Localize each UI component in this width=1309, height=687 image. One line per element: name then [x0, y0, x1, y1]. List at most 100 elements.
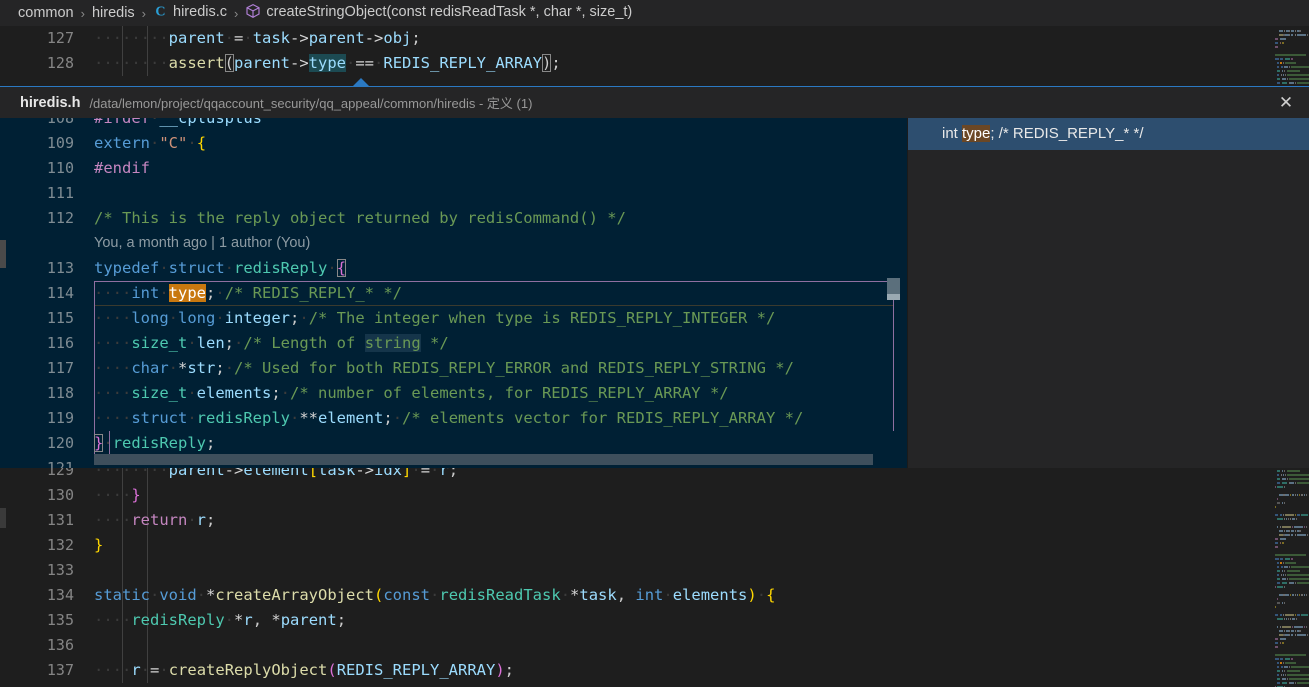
code-token: (	[374, 586, 384, 604]
code-token: ·	[224, 259, 235, 277]
code-token: {	[196, 134, 207, 152]
result-suffix: ; /* REDIS_REPLY_* */	[990, 125, 1144, 142]
minimap-line-segment	[1294, 634, 1296, 636]
line-number: 116	[46, 334, 74, 352]
minimap-line-segment	[1277, 498, 1279, 500]
code-token: ····	[94, 284, 132, 302]
minimap-line-segment	[1297, 582, 1309, 584]
minimap-line-segment	[1291, 594, 1294, 596]
minimap-line-segment	[1288, 666, 1290, 668]
line-number: 131	[46, 511, 74, 529]
code-line[interactable]: 130 ····}	[0, 483, 1309, 508]
peek-vertical-scrollbar-thumb[interactable]	[887, 278, 900, 294]
minimap-line-segment	[1279, 526, 1281, 528]
breadcrumb-item-1[interactable]: common	[18, 5, 74, 21]
peek-code-line[interactable]: 109 extern·"C"·{	[0, 131, 908, 156]
code-text: }·redisReply;	[94, 431, 215, 456]
breadcrumb-item-2[interactable]: hiredis	[92, 5, 135, 21]
code-line[interactable]: 135 ····redisReply·*r, *parent;	[0, 608, 1309, 633]
code-line[interactable]: 133	[0, 558, 1309, 583]
peek-definition-view[interactable]: hiredis.h /data/lemon/project/qqaccount_…	[0, 78, 1309, 468]
peek-code-line[interactable]: 116 ····size_t·len;·/* Length of string *…	[0, 331, 908, 356]
minimap-line-segment	[1275, 646, 1279, 648]
minimap-line-segment	[1299, 530, 1301, 532]
peek-code-line[interactable]: 111	[0, 181, 908, 206]
code-token: redisReply	[131, 611, 225, 629]
code-lines-above-peek[interactable]: 127 ········parent·=·task->parent->obj; 12…	[0, 26, 1309, 76]
minimap-line-segment	[1286, 630, 1289, 632]
code-line[interactable]: 137 ····r·=·createReplyObject(REDIS_REPLY…	[0, 658, 1309, 683]
peek-horizontal-scrollbar-thumb[interactable]	[94, 454, 873, 465]
peek-vertical-scrollbar-marker[interactable]	[887, 294, 900, 300]
code-line[interactable]: 128 ········assert(parent->type·==·REDIS_…	[0, 51, 1309, 76]
code-token: ····	[94, 309, 132, 327]
peek-code-line[interactable]: 114 ····int·type;·/* REDIS_REPLY_* */	[0, 281, 908, 306]
code-line[interactable]: 134 static·void·*createArrayObject(const·…	[0, 583, 1309, 608]
minimap-line-segment	[1286, 570, 1294, 572]
code-token: }	[94, 434, 104, 452]
minimap-line-segment	[1294, 526, 1304, 528]
peek-inline-editor[interactable]: 108 #ifdef·__cplusplus 109 extern·"C"·{110 #…	[0, 118, 908, 468]
minimap-line-segment	[1287, 574, 1309, 576]
code-token: ·	[290, 409, 300, 427]
minimap-line-segment	[1280, 666, 1283, 668]
peek-code-line[interactable]: 115 ····long·long·integer;·/* The integer…	[0, 306, 908, 331]
minimap-line-segment	[1298, 494, 1301, 496]
code-token: struct	[131, 409, 188, 427]
peek-results-list[interactable]: int type; /* REDIS_REPLY_* */	[908, 118, 1309, 468]
line-number: 119	[46, 409, 74, 427]
minimap-line-segment	[1294, 82, 1297, 84]
minimap-line-segment	[1277, 70, 1281, 72]
code-line[interactable]: 136	[0, 633, 1309, 658]
minimap-line-segment	[1294, 34, 1296, 36]
minimap-line-segment	[1285, 62, 1296, 64]
peek-result-item[interactable]: int type; /* REDIS_REPLY_* */	[908, 118, 1309, 150]
peek-code-line[interactable]: 108 #ifdef·__cplusplus	[0, 118, 908, 131]
overview-scrollbar-thumb[interactable]	[0, 240, 6, 268]
indent-guide	[122, 533, 123, 558]
minimap-line-segment	[1286, 78, 1289, 80]
code-line[interactable]: 131 ····return·r;	[0, 508, 1309, 533]
code-line[interactable]: 127 ········parent·=·task->parent->obj;	[0, 26, 1309, 51]
minimap-line-segment	[1285, 562, 1296, 564]
code-token: ->	[290, 54, 309, 72]
code-text: typedef·struct·redisReply·{	[94, 256, 347, 281]
breadcrumb-item-4[interactable]: createStringObject(const redisReadTask *…	[245, 3, 632, 23]
close-icon[interactable]: ✕	[1273, 87, 1299, 118]
peek-code-line[interactable]: 118 ····size_t·elements;·/* number of ele…	[0, 381, 908, 406]
peek-code-line[interactable]: 120}·redisReply;	[0, 431, 908, 456]
peek-code-line[interactable]: 112 /* This is the reply object returned …	[0, 206, 908, 231]
code-token: ;	[206, 284, 216, 302]
minimap-line-segment	[1275, 586, 1277, 588]
code-line[interactable]: 132}	[0, 533, 1309, 558]
peek-code-line[interactable]: 110 #endif	[0, 156, 908, 181]
peek-code-line[interactable]: 113 typedef·struct·redisReply·{	[0, 256, 908, 281]
overview-scrollbar-thumb-secondary[interactable]	[0, 508, 6, 528]
minimap-line-segment	[1291, 30, 1295, 32]
code-text: #endif	[94, 156, 150, 181]
code-text: ····size_t·elements;·/* number of elemen…	[94, 381, 729, 406]
breadcrumb[interactable]: common › hiredis › Chiredis.c › createStringOb…	[0, 0, 1309, 26]
minimap-line-segment	[1284, 58, 1291, 60]
peek-code-container[interactable]: 108 #ifdef·__cplusplus 109 extern·"C"·{110 #…	[0, 118, 908, 468]
minimap-line-segment	[1285, 594, 1290, 596]
breadcrumb-item-3[interactable]: Chiredis.c	[153, 3, 227, 23]
code-text: ········assert(parent->type·==·REDIS_REP…	[94, 51, 561, 76]
code-token: long	[178, 309, 216, 327]
code-lines-below-peek[interactable]: 129 ········parent->element[task->idx]·=·…	[0, 458, 1309, 683]
peek-code-line[interactable]: 117 ····char·*str;·/* Used for both REDIS…	[0, 356, 908, 381]
minimap-line-segment	[1300, 514, 1308, 516]
minimap-line-segment	[1286, 578, 1289, 580]
code-token: __cplusplus	[159, 118, 262, 127]
code-text: ····long·long·integer;·/* The integer wh…	[94, 306, 775, 331]
minimap-line-segment	[1295, 618, 1297, 620]
minimap-line-segment	[1291, 530, 1295, 532]
minimap-line-segment	[1279, 530, 1283, 532]
code-token: int	[131, 284, 160, 302]
minimap-line-segment	[1282, 642, 1284, 644]
code-token: const	[383, 586, 431, 604]
minimap-line-segment	[1275, 542, 1279, 544]
peek-code-line[interactable]: 119 ····struct·redisReply·**element;·/* e…	[0, 406, 908, 431]
minimap-line-segment	[1277, 74, 1280, 76]
code-token: ·	[346, 54, 356, 72]
